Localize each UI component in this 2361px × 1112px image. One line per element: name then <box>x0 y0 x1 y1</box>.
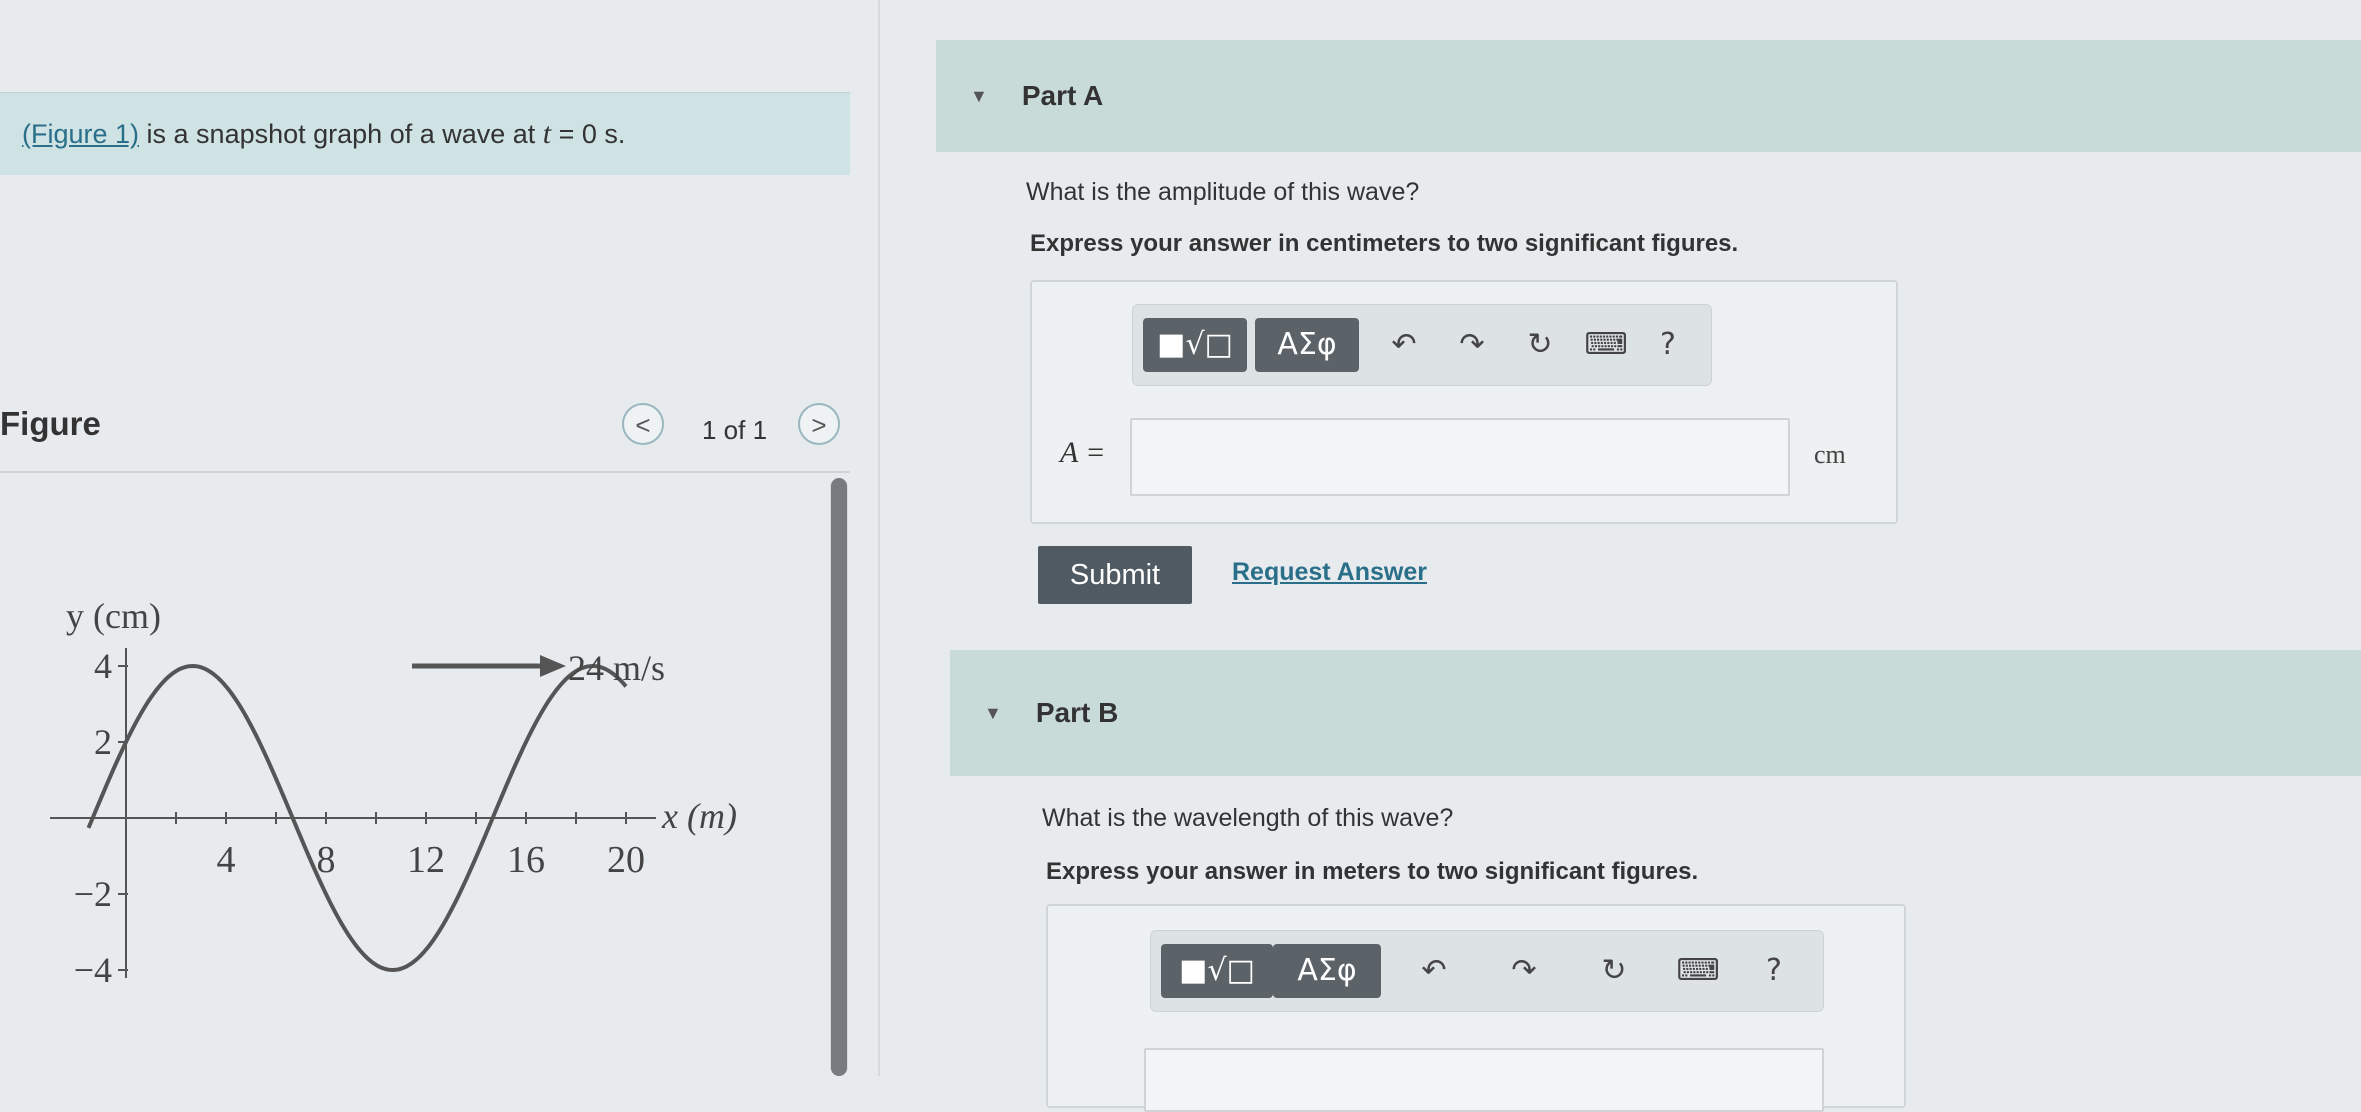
part-b-answer-box: ■√□ ΑΣφ ↶ ↷ ↻ ⌨ ? <box>1046 904 1906 1112</box>
y-tick-label: −2 <box>74 874 112 914</box>
problem-text: (Figure 1) is a snapshot graph of a wave… <box>22 117 625 151</box>
figure-header: Figure < 1 of 1 > <box>0 395 850 473</box>
x-tick-label: 4 <box>217 839 236 881</box>
submit-button[interactable]: Submit <box>1038 546 1192 604</box>
undo-icon[interactable]: ↶ <box>1411 943 1457 999</box>
help-button[interactable]: ? <box>1645 317 1691 373</box>
part-a-instruction: Express your answer in centimeters to tw… <box>1030 230 1739 257</box>
chevron-left-icon: < <box>635 410 651 440</box>
reset-icon[interactable]: ↻ <box>1591 943 1637 999</box>
wavelength-input[interactable] <box>1144 1048 1824 1112</box>
redo-icon[interactable]: ↷ <box>1449 317 1495 373</box>
undo-icon[interactable]: ↶ <box>1381 317 1427 373</box>
problem-text-part1: is a snapshot graph of a wave at <box>139 119 543 149</box>
symbols-button[interactable]: ΑΣφ <box>1273 944 1381 998</box>
redo-icon[interactable]: ↷ <box>1501 943 1547 999</box>
part-b-instruction: Express your answer in meters to two sig… <box>1046 858 1699 885</box>
wave-snapshot-graph: 4 8 12 16 20 4 2 −2 −4 y (cm) x (m) 24 m/s <box>50 596 737 990</box>
velocity-arrowhead <box>540 655 566 677</box>
scrollbar-thumb[interactable] <box>831 478 847 1076</box>
x-axis-label: x (m) <box>661 796 737 836</box>
prev-figure-button[interactable]: < <box>622 403 664 445</box>
graph-axes <box>50 648 656 978</box>
amplitude-input[interactable] <box>1130 418 1790 496</box>
part-b-question: What is the wavelength of this wave? <box>1042 804 1454 832</box>
part-a-header[interactable]: ▼ Part A <box>936 40 2361 152</box>
chevron-right-icon: > <box>811 410 827 440</box>
figure-title: Figure <box>0 405 101 442</box>
part-a-title: Part A <box>1021 80 1104 111</box>
part-b-header[interactable]: ▼ Part B <box>950 650 2361 776</box>
figure-pager: 1 of 1 <box>702 415 768 445</box>
time-variable: t <box>542 117 552 150</box>
unit-label: cm <box>1814 440 1846 469</box>
y-tick-label: 4 <box>94 646 112 686</box>
part-b-title: Part B <box>1035 697 1119 728</box>
collapse-triangle-icon: ▼ <box>984 702 1002 723</box>
x-tick-label: 20 <box>607 839 645 881</box>
problem-text-part2: = 0 s. <box>551 119 626 149</box>
y-tick-label: −4 <box>74 950 112 990</box>
math-toolbar: ■√□ ΑΣφ ↶ ↷ ↻ ⌨ ? <box>1132 304 1712 386</box>
templates-button[interactable]: ■√□ <box>1161 944 1273 998</box>
graph-labels: 4 8 12 16 20 4 2 −2 −4 y (cm) x (m) 24 m/s <box>66 596 737 990</box>
answer-label: A = <box>1060 436 1106 469</box>
figure-link[interactable]: (Figure 1) <box>22 119 139 149</box>
panel-divider <box>878 0 880 1076</box>
next-figure-button[interactable]: > <box>798 403 840 445</box>
part-a-question: What is the amplitude of this wave? <box>1026 178 1420 206</box>
keyboard-icon[interactable]: ⌨ <box>1675 943 1721 999</box>
y-tick-label: 2 <box>94 722 112 762</box>
reset-icon[interactable]: ↻ <box>1517 317 1563 373</box>
collapse-triangle-icon: ▼ <box>970 85 988 106</box>
x-tick-label: 8 <box>317 839 336 881</box>
x-tick-label: 12 <box>407 839 445 881</box>
math-toolbar: ■√□ ΑΣφ ↶ ↷ ↻ ⌨ ? <box>1150 930 1824 1012</box>
y-axis-label: y (cm) <box>66 596 161 636</box>
velocity-label: 24 m/s <box>568 648 665 688</box>
figure-scrollbar[interactable] <box>830 478 848 1076</box>
x-tick-label: 16 <box>507 839 545 881</box>
help-button[interactable]: ? <box>1751 943 1797 999</box>
keyboard-icon[interactable]: ⌨ <box>1583 317 1629 373</box>
part-a-answer-box: ■√□ ΑΣφ ↶ ↷ ↻ ⌨ ? A = cm <box>1030 280 1898 524</box>
problem-statement: (Figure 1) is a snapshot graph of a wave… <box>0 92 850 175</box>
templates-button[interactable]: ■√□ <box>1143 318 1247 372</box>
symbols-button[interactable]: ΑΣφ <box>1255 318 1359 372</box>
request-answer-link[interactable]: Request Answer <box>1232 558 1427 587</box>
